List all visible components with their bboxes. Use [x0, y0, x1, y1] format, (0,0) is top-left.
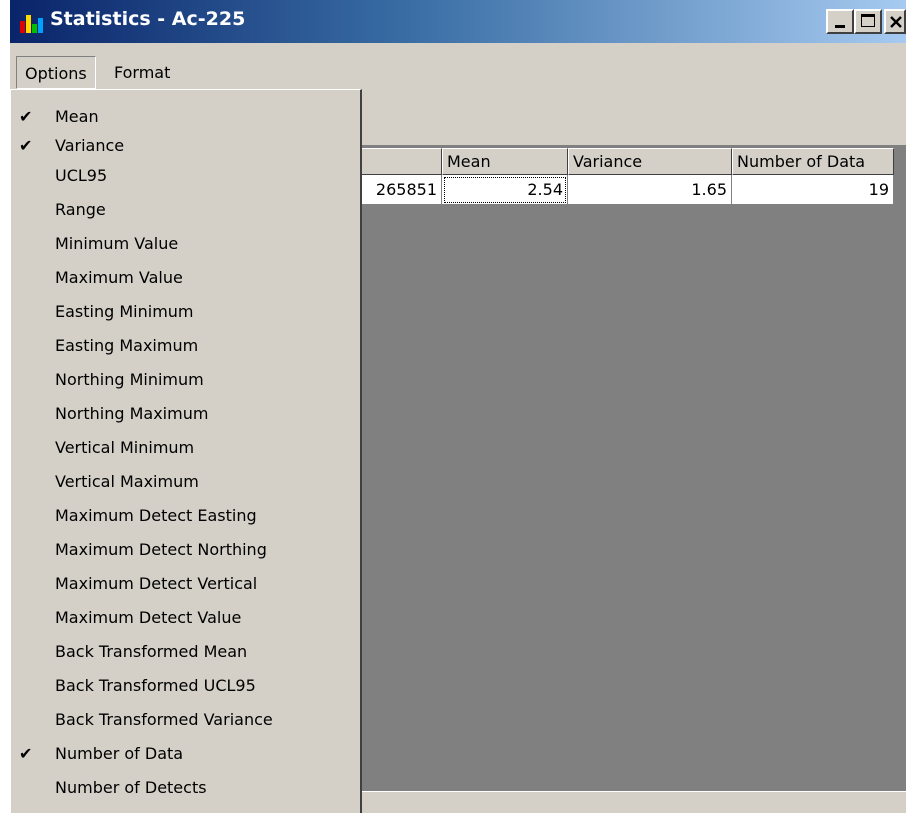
menu-item-ucl95[interactable]: UCL95 — [11, 159, 359, 193]
menu-bar: Options Format — [10, 56, 906, 89]
statistics-chart-icon — [20, 11, 46, 33]
desktop-edge — [0, 0, 10, 813]
menu-item-label: Number of Data — [55, 744, 184, 763]
menu-item-label: Vertical Maximum — [55, 472, 199, 491]
menu-item-northing-minimum[interactable]: Northing Minimum — [11, 363, 359, 397]
options-dropdown-menu: ✔ Mean ✔ Variance UCL95 Range Minimum Valu… — [10, 89, 362, 813]
menu-item-back-transformed-variance[interactable]: Back Transformed Variance — [11, 703, 359, 737]
checkmark-icon: ✔ — [19, 744, 33, 763]
menu-item-label: Maximum Detect Northing — [55, 540, 267, 559]
menu-item-northing-maximum[interactable]: Northing Maximum — [11, 397, 359, 431]
checkmark-icon: ✔ — [19, 136, 33, 155]
menu-item-label: Variance — [55, 136, 125, 155]
grid-cell-mean[interactable]: 2.54 — [442, 175, 568, 205]
statistics-grid — [350, 145, 906, 795]
menu-item-easting-minimum[interactable]: Easting Minimum — [11, 295, 359, 329]
menu-item-label: Maximum Detect Easting — [55, 506, 257, 525]
grid-header-variance[interactable]: Variance — [568, 148, 732, 175]
close-icon — [890, 16, 902, 28]
menu-format[interactable]: Format — [106, 56, 178, 89]
statistics-panel-top — [350, 89, 906, 145]
menu-item-label: Maximum Detect Vertical — [55, 574, 258, 593]
grid-header-number-of-data[interactable]: Number of Data — [732, 148, 894, 175]
maximize-icon — [861, 14, 875, 27]
grid-cell[interactable]: 265851 — [350, 175, 442, 205]
menu-item-label: Northing Minimum — [55, 370, 204, 389]
maximize-button[interactable] — [854, 9, 882, 34]
grid-header-mean[interactable]: Mean — [442, 148, 568, 175]
menu-item-variance[interactable]: ✔ Variance — [11, 129, 359, 163]
title-bar[interactable]: Statistics - Ac-225 — [10, 0, 906, 43]
menu-item-maximum-detect-northing[interactable]: Maximum Detect Northing — [11, 533, 359, 567]
statistics-window: Statistics - Ac-225 Options Format Mean … — [0, 0, 906, 813]
menu-item-label: Easting Minimum — [55, 302, 194, 321]
menu-item-maximum-value[interactable]: Maximum Value — [11, 261, 359, 295]
menu-item-minimum-value[interactable]: Minimum Value — [11, 227, 359, 261]
minimize-button[interactable] — [826, 9, 854, 34]
grid-cell-number-of-data[interactable]: 19 — [732, 175, 894, 205]
menu-item-label: Northing Maximum — [55, 404, 209, 423]
minimize-icon — [835, 25, 845, 28]
menu-item-label: Maximum Detect Value — [55, 608, 242, 627]
menu-item-vertical-minimum[interactable]: Vertical Minimum — [11, 431, 359, 465]
menu-item-range[interactable]: Range — [11, 193, 359, 227]
menu-item-label: Vertical Minimum — [55, 438, 195, 457]
grid-bottom-edge — [350, 791, 906, 796]
grid-cell-variance[interactable]: 1.65 — [568, 175, 732, 205]
menu-item-label: Easting Maximum — [55, 336, 199, 355]
menu-item-number-of-data[interactable]: ✔ Number of Data — [11, 737, 359, 771]
menu-item-maximum-detect-value[interactable]: Maximum Detect Value — [11, 601, 359, 635]
menu-item-label: Number of Detects — [55, 778, 207, 797]
grid-header-blank[interactable] — [350, 148, 442, 175]
window-title: Statistics - Ac-225 — [50, 8, 246, 30]
menu-options[interactable]: Options — [16, 56, 96, 89]
menu-item-back-transformed-mean[interactable]: Back Transformed Mean — [11, 635, 359, 669]
menu-item-label: Back Transformed UCL95 — [55, 676, 256, 695]
menu-item-label: Minimum Value — [55, 234, 179, 253]
menu-item-label: Back Transformed Mean — [55, 642, 248, 661]
menu-item-maximum-detect-easting[interactable]: Maximum Detect Easting — [11, 499, 359, 533]
menu-item-label: Back Transformed Variance — [55, 710, 273, 729]
menu-item-vertical-maximum[interactable]: Vertical Maximum — [11, 465, 359, 499]
menu-item-back-transformed-ucl95[interactable]: Back Transformed UCL95 — [11, 669, 359, 703]
menu-item-label: UCL95 — [55, 166, 108, 185]
menu-item-label: Maximum Value — [55, 268, 183, 287]
menu-item-maximum-detect-vertical[interactable]: Maximum Detect Vertical — [11, 567, 359, 601]
menu-item-easting-maximum[interactable]: Easting Maximum — [11, 329, 359, 363]
menu-item-number-of-detects[interactable]: Number of Detects — [11, 771, 359, 805]
menu-item-label: Range — [55, 200, 106, 219]
close-button[interactable] — [884, 9, 906, 34]
